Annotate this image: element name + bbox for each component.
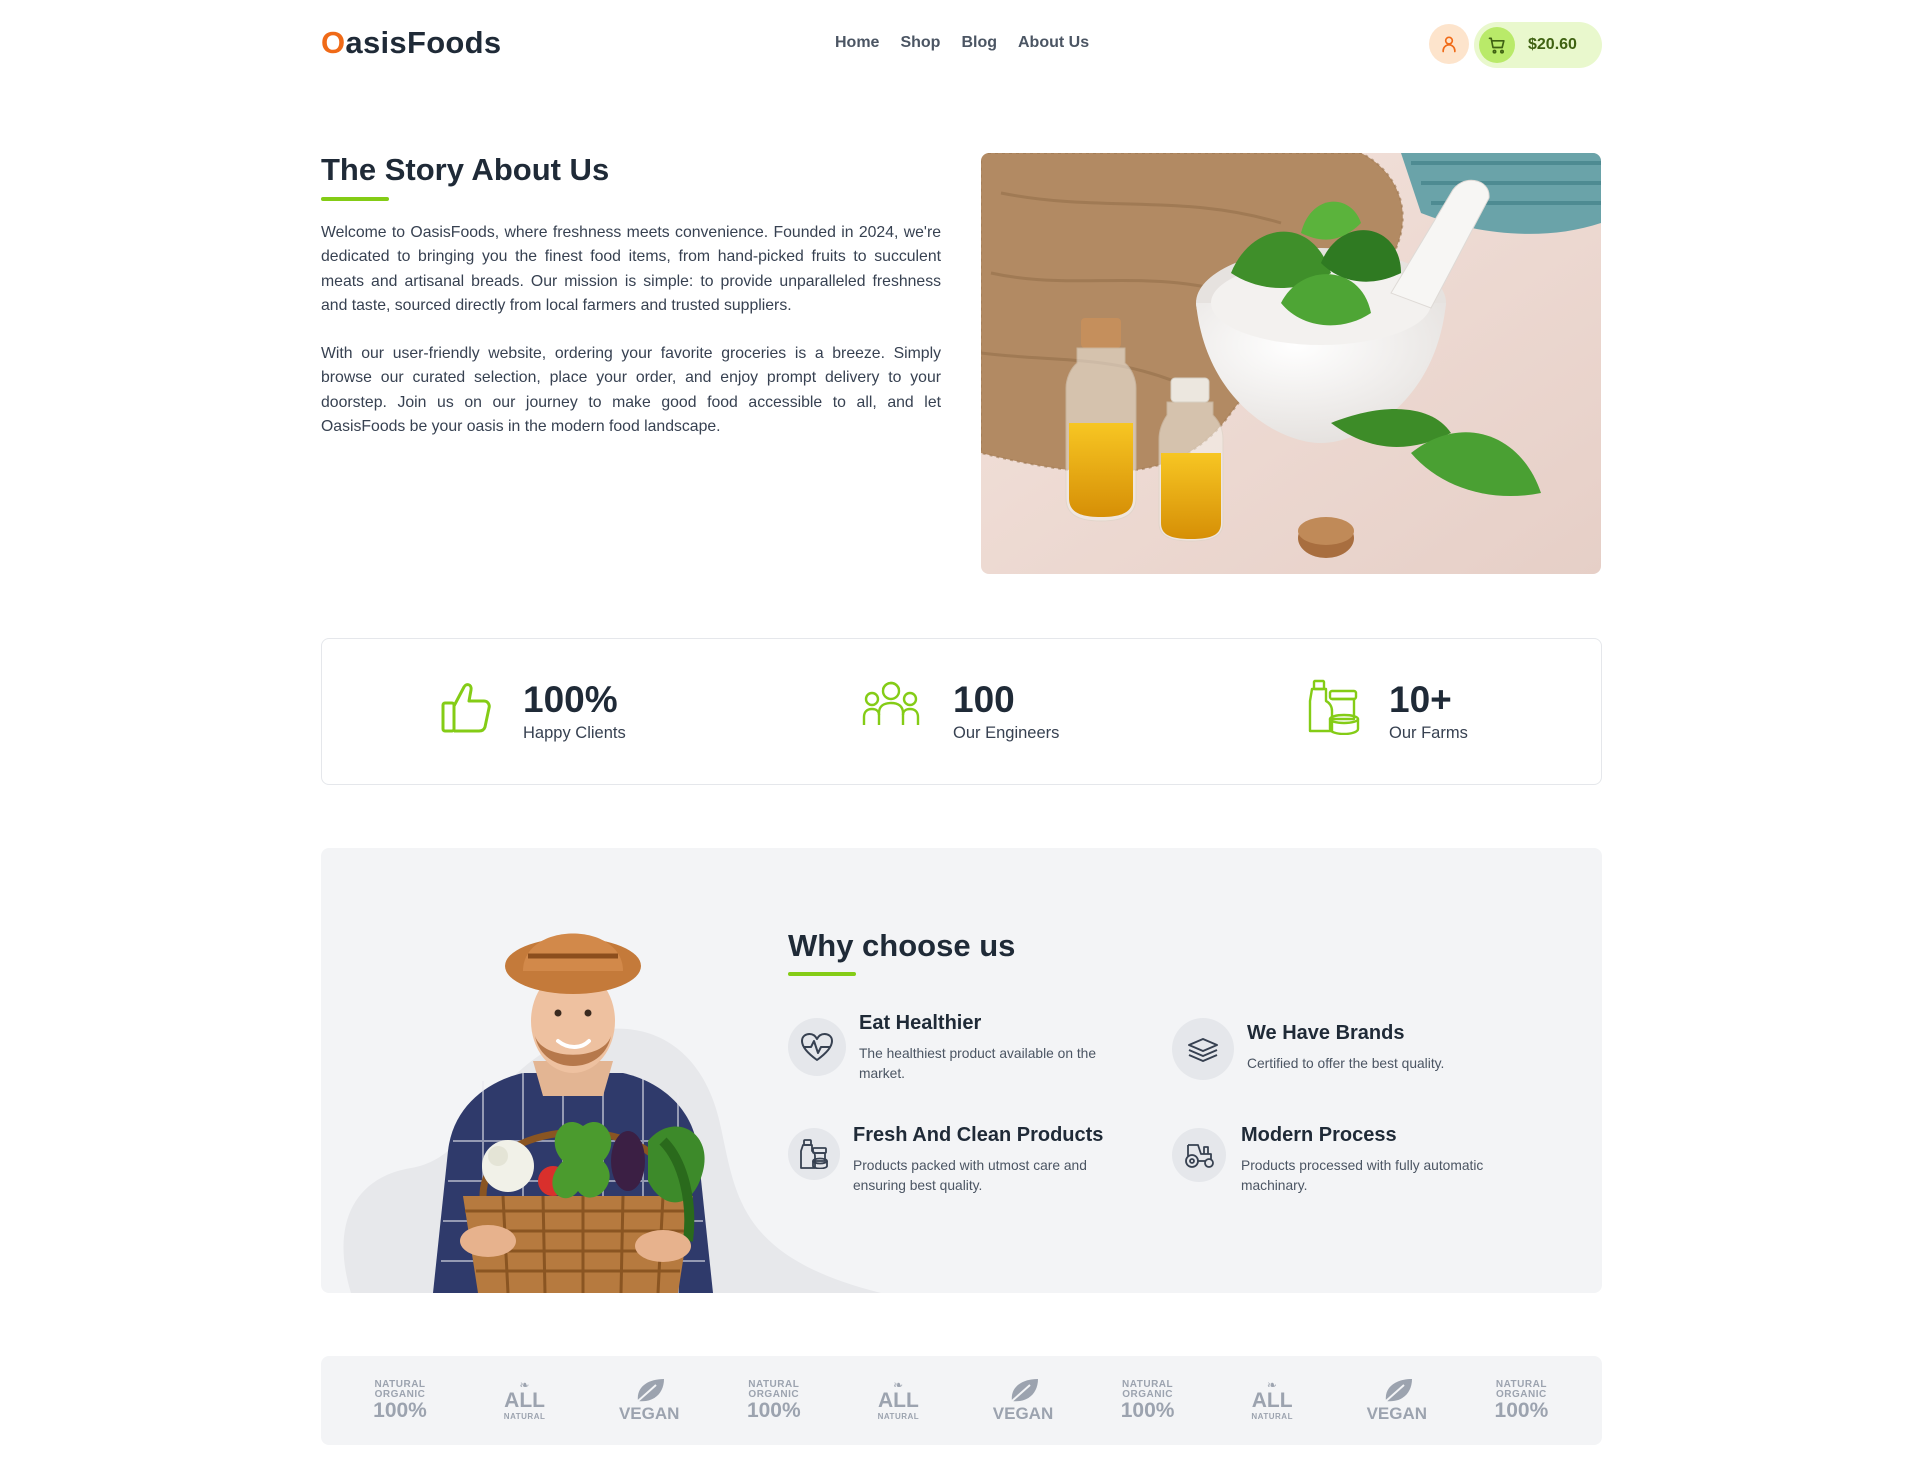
feature-desc: The healthiest product available on the … — [859, 1046, 1097, 1081]
tractor-icon — [1172, 1128, 1226, 1182]
account-button[interactable] — [1429, 24, 1469, 64]
all-natural-badge: ❧ ALL NATURAL — [486, 1372, 564, 1430]
feature-desc: Certified to offer the best quality. — [1247, 1056, 1445, 1071]
user-icon — [1442, 36, 1456, 53]
story-paragraph: With our user-friendly website, ordering… — [321, 345, 941, 436]
why-title-underline — [788, 972, 856, 976]
main-nav: Home Shop Blog About Us — [835, 34, 1089, 52]
stat-label: Happy Clients — [523, 724, 626, 742]
story-text: Welcome to OasisFoods, where freshness m… — [321, 221, 941, 439]
why-title: Why choose us — [788, 928, 1016, 963]
stat-label: Our Farms — [1389, 724, 1468, 742]
heartbeat-icon — [788, 1018, 846, 1076]
natural-organic-badge: NATURAL ORGANIC 100% — [1482, 1372, 1560, 1430]
feature-desc: Products processed with fully automatic … — [1241, 1158, 1484, 1193]
all-natural-badge: ❧ ALL NATURAL — [1233, 1372, 1311, 1430]
cart-button[interactable]: $20.60 — [1474, 22, 1602, 68]
badge-big-text: ALL — [504, 1389, 545, 1412]
feature-title: Eat Healthier — [859, 1012, 982, 1034]
badge-big-text: 100% — [1494, 1399, 1549, 1422]
story-paragraph: Welcome to OasisFoods, where freshness m… — [321, 224, 941, 314]
badge-small-text: NATURAL — [877, 1412, 920, 1421]
stack-icon — [1172, 1018, 1234, 1080]
stat-value: 10+ — [1389, 679, 1452, 720]
badge-big-text: 100% — [1120, 1399, 1175, 1422]
badge-small-text: NATURAL — [503, 1412, 546, 1421]
cart-total: $20.60 — [1528, 36, 1577, 53]
vegan-badge: VEGAN — [984, 1372, 1062, 1430]
feature-title: Fresh And Clean Products — [853, 1124, 1104, 1146]
vegan-badge: VEGAN — [1358, 1372, 1436, 1430]
badge-big-text: VEGAN — [992, 1404, 1054, 1423]
vegan-badge: VEGAN — [610, 1372, 688, 1430]
title-underline — [321, 197, 389, 201]
site-header: OasisFoods Home Shop Blog About Us $20.6… — [321, 22, 1602, 68]
stats-bar: 100% Happy Clients 100 Our Engineers 10+… — [321, 638, 1602, 785]
leaf-icon — [637, 1379, 665, 1402]
natural-organic-badge: NATURAL ORGANIC 100% — [735, 1372, 813, 1430]
badge-small-text: NATURAL — [1251, 1412, 1293, 1421]
logo[interactable]: OasisFoods — [321, 25, 501, 61]
nav-about-us[interactable]: About Us — [1018, 34, 1089, 52]
logo-text: asisFoods — [345, 25, 502, 60]
why-choose-us-section: Why choose us Eat Healthier The healthie… — [321, 848, 1602, 1293]
badge-big-text: 100% — [746, 1399, 801, 1422]
badges-strip: NATURAL ORGANIC 100% ❧ ALL NATURAL VEGAN NATURA… — [321, 1356, 1602, 1445]
all-natural-badge: ❧ ALL NATURAL — [859, 1372, 937, 1430]
feature-desc: Products packed with utmost care and ens… — [853, 1158, 1087, 1193]
feature-title: Modern Process — [1241, 1124, 1397, 1146]
canned-food-icon — [788, 1128, 840, 1180]
jars-icon — [1308, 679, 1360, 735]
herbs-oil-image — [981, 153, 1601, 574]
badge-big-text: VEGAN — [1366, 1404, 1428, 1423]
nav-shop[interactable]: Shop — [900, 34, 940, 52]
badge-big-text: VEGAN — [618, 1404, 680, 1423]
stat-value: 100% — [523, 679, 618, 720]
badge-big-text: 100% — [373, 1399, 427, 1422]
cart-icon-wrap — [1479, 27, 1515, 63]
feature-title: We Have Brands — [1247, 1022, 1405, 1044]
story-title: The Story About Us — [321, 152, 610, 187]
badge-big-text: ALL — [1251, 1389, 1293, 1412]
natural-organic-badge: NATURAL ORGANIC 100% — [1109, 1372, 1187, 1430]
cart-icon — [1488, 37, 1505, 54]
badge-big-text: ALL — [877, 1389, 919, 1412]
leaf-icon — [1011, 1379, 1038, 1402]
thumbs-up-icon — [441, 683, 491, 733]
logo-initial: O — [321, 25, 346, 60]
farmer-with-basket-image — [393, 911, 753, 1293]
nav-blog[interactable]: Blog — [961, 34, 997, 52]
team-icon — [862, 681, 920, 725]
leaf-icon — [1385, 1379, 1412, 1402]
natural-organic-badge: NATURAL ORGANIC 100% — [361, 1372, 439, 1430]
stat-value: 100 — [953, 679, 1015, 720]
nav-home[interactable]: Home — [835, 34, 879, 52]
stat-label: Our Engineers — [953, 724, 1060, 742]
